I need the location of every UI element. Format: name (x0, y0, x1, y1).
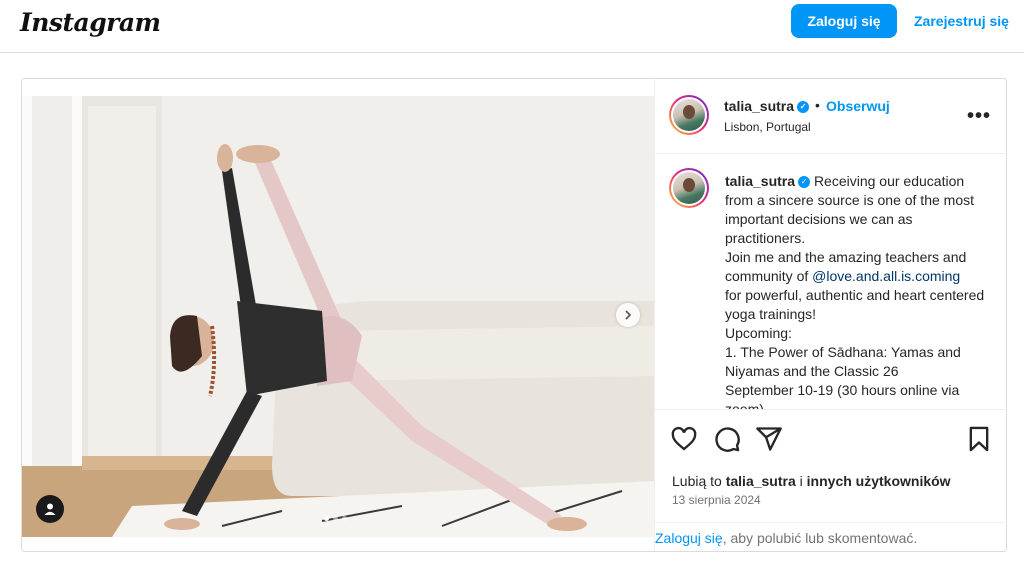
tagged-users-button[interactable] (36, 495, 64, 523)
username[interactable]: talia_sutra (724, 98, 794, 114)
share-button[interactable] (755, 425, 783, 453)
login-button[interactable]: Zaloguj się (791, 4, 897, 38)
login-prompt-link[interactable]: Zaloguj się (655, 530, 723, 546)
post-caption: talia_sutra ✓ Receiving our education fro… (725, 172, 987, 409)
post-card: talia_sutra ✓ • Obserwuj Lisbon, Portugal… (21, 78, 1007, 552)
divider (655, 522, 1007, 523)
login-prompt: Zaloguj się, aby polubić lub skomentować… (655, 530, 917, 546)
post-sidebar: talia_sutra ✓ • Obserwuj Lisbon, Portugal… (654, 79, 1007, 551)
save-button[interactable] (965, 425, 993, 453)
top-bar: Instagram Zaloguj się Zarejestruj się (0, 0, 1024, 53)
verified-icon: ✓ (798, 176, 811, 189)
comment-button[interactable] (713, 425, 741, 453)
caption-area: talia_sutra ✓ Receiving our education fro… (655, 154, 1007, 409)
yoga-photo (22, 96, 654, 537)
follow-button[interactable]: Obserwuj (826, 98, 890, 114)
post-author[interactable]: talia_sutra ✓ (724, 98, 810, 114)
chevron-right-icon (625, 310, 632, 320)
carousel-next-button[interactable] (616, 303, 640, 327)
divider (655, 409, 1007, 410)
mention-link[interactable]: @love.and.all.is.coming (812, 268, 960, 284)
caption-username[interactable]: talia_sutra (725, 173, 795, 189)
location-link[interactable]: Lisbon, Portugal (724, 120, 811, 134)
carousel-indicator (324, 516, 347, 521)
likes-connector: i (799, 473, 803, 489)
more-icon[interactable]: ••• (967, 105, 991, 128)
carousel-dot (342, 516, 347, 521)
like-button[interactable] (670, 425, 698, 453)
verified-icon: ✓ (797, 101, 810, 114)
caption-line: Upcoming: (725, 325, 792, 341)
caption-avatar[interactable] (669, 168, 709, 208)
signup-link[interactable]: Zarejestruj się (914, 13, 1009, 29)
likes-others[interactable]: innych użytkowników (807, 473, 951, 489)
caption-line: September 10-19 (30 hours online via zoo… (725, 382, 960, 409)
likes-user[interactable]: talia_sutra (726, 473, 796, 489)
carousel-dot (333, 516, 338, 521)
separator-dot: • (815, 97, 820, 113)
carousel-dot (324, 516, 329, 521)
user-tag-icon (44, 503, 56, 515)
post-image[interactable] (22, 96, 654, 537)
bookmark-icon (969, 426, 989, 452)
likes-summary: Lubią to talia_sutra i innych użytkownik… (672, 473, 951, 489)
share-icon (756, 427, 782, 451)
comment-icon (715, 427, 740, 452)
post-date[interactable]: 13 sierpnia 2024 (672, 493, 761, 507)
caption-line: 1. The Power of Sādhana: Yamas and Niyam… (725, 344, 961, 379)
login-prompt-text: , aby polubić lub skomentować. (722, 530, 918, 546)
heart-icon (671, 426, 697, 451)
caption-line: for powerful, authentic and heart center… (725, 287, 985, 322)
likes-prefix: Lubią to (672, 473, 722, 489)
instagram-logo[interactable]: Instagram (20, 8, 161, 37)
avatar[interactable] (669, 95, 709, 135)
